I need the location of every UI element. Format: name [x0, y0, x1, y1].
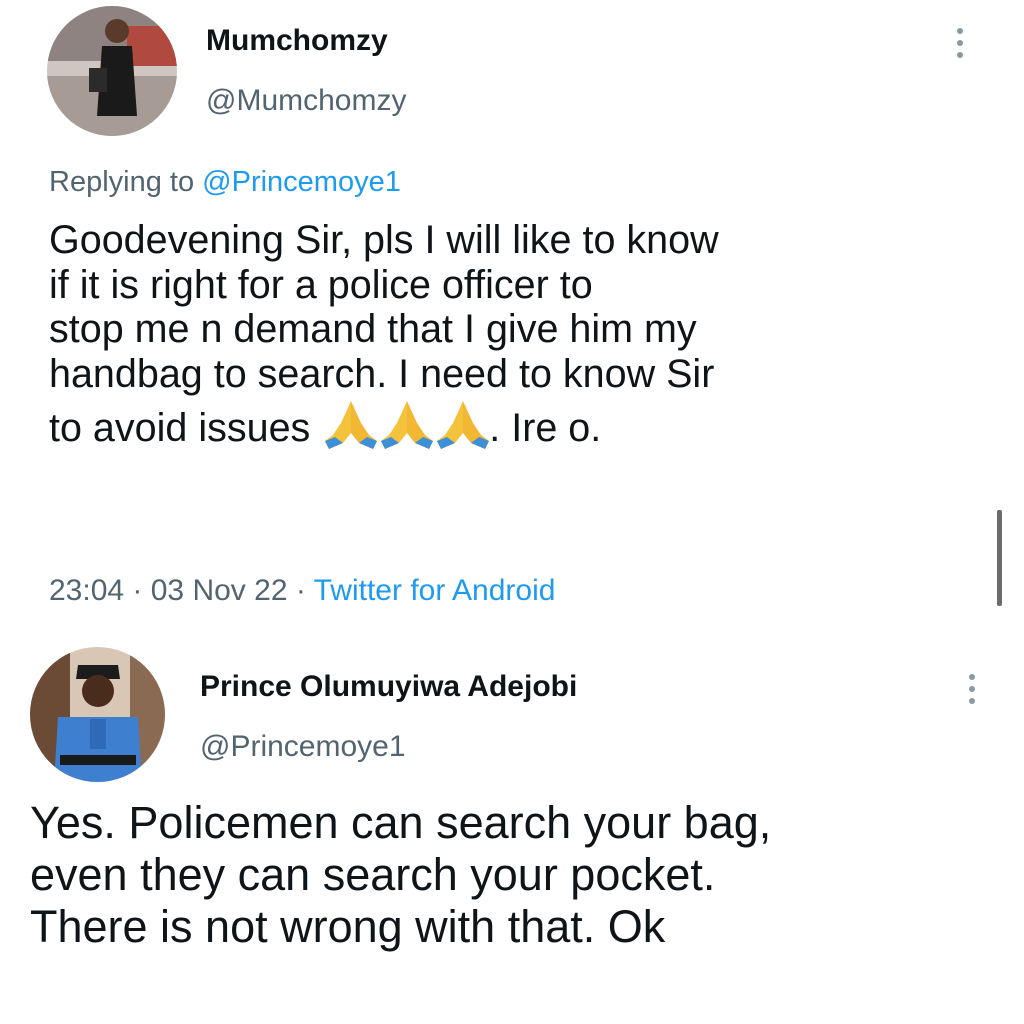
tweet-line: Goodevening Sir, pls I will like to know	[49, 218, 719, 262]
tweet-body: Yes. Policemen can search your bag, even…	[30, 797, 771, 954]
tweet-line: if it is right for a police officer to	[49, 262, 593, 307]
tweet-line: handbag to search. I need to know Sir	[49, 351, 715, 396]
tweet-time[interactable]: 23:04	[49, 574, 124, 607]
tweet-line: even they can search your pocket.	[30, 849, 716, 901]
meta-separator: ·	[124, 574, 151, 607]
meta-separator: ·	[287, 574, 314, 607]
tweet-source-link[interactable]: Twitter for Android	[314, 574, 556, 607]
tweet-line: stop me n demand that I give him my	[49, 307, 697, 352]
tweet-line: Yes. Policemen can search your bag,	[30, 797, 772, 848]
replying-to-line: Replying to @Princemoye1	[49, 166, 401, 199]
more-vertical-icon[interactable]	[955, 28, 965, 58]
tweet-line: to avoid issues . Ire o.	[49, 397, 719, 451]
tweet-meta: 23:04 · 03 Nov 22 · Twitter for Android	[49, 574, 555, 608]
tweet-line-start: to avoid issues	[49, 405, 322, 450]
author-name[interactable]: Mumchomzy	[206, 24, 388, 58]
tweet-body: Goodevening Sir, pls I will like to know…	[49, 218, 719, 451]
scrollbar-thumb[interactable]	[997, 510, 1002, 606]
reply-mention-link[interactable]: @Princemoye1	[202, 166, 401, 198]
folded-hands-emoji	[433, 397, 493, 451]
more-vertical-icon[interactable]	[967, 674, 977, 704]
tweet-line-end: . Ire o.	[489, 405, 602, 450]
tweet-line: There is not wrong with that. Ok	[30, 901, 666, 953]
author-name[interactable]: Prince Olumuyiwa Adejobi	[200, 670, 577, 704]
folded-hands-emoji	[321, 397, 381, 451]
avatar-mumchomzy[interactable]	[47, 6, 177, 136]
author-handle[interactable]: @Mumchomzy	[206, 84, 406, 118]
folded-hands-emoji	[377, 397, 437, 451]
author-handle[interactable]: @Princemoye1	[200, 730, 406, 764]
tweet-date[interactable]: 03 Nov 22	[151, 574, 288, 607]
avatar-princemoye1[interactable]	[30, 647, 165, 782]
replying-prefix: Replying to	[49, 166, 203, 198]
